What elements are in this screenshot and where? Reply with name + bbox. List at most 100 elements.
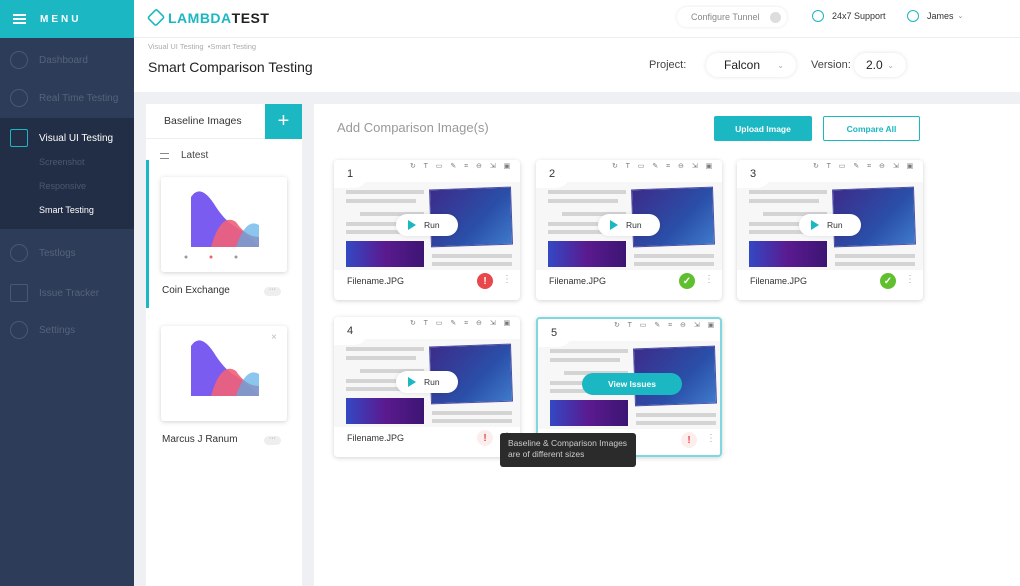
- sidebar-item-dashboard[interactable]: Dashboard: [0, 50, 134, 70]
- project-select[interactable]: Falcon ⌄: [706, 53, 796, 77]
- status-warning-icon: !: [477, 430, 493, 446]
- label: Configure Tunnel: [691, 12, 760, 22]
- card-number: 4: [334, 317, 368, 345]
- card-thumbnail: Run: [334, 182, 520, 270]
- label: Run: [827, 220, 843, 230]
- label: Visual UI Testing: [39, 132, 114, 144]
- eye-icon: [10, 129, 28, 147]
- status-error-icon: !: [477, 273, 493, 289]
- run-button[interactable]: Run: [396, 214, 458, 236]
- comparison-card[interactable]: 4 ↻ T ▭ ✎ ⌗ ⊖ ⇲ ▣ Run Filename.JPG ! ⋮: [334, 317, 520, 457]
- play-icon: [408, 377, 416, 387]
- annotation-toolbar[interactable]: ↻ T ▭ ✎ ⌗ ⊖ ⇲ ▣: [410, 319, 513, 328]
- image-placeholder: [346, 398, 424, 424]
- sidebar-sub-responsive[interactable]: Responsive: [39, 181, 86, 191]
- run-button[interactable]: Run: [396, 371, 458, 393]
- sidebar-item-settings[interactable]: Settings: [0, 320, 134, 340]
- label: Real Time Testing: [39, 92, 119, 104]
- card-thumbnail: Run: [737, 182, 923, 270]
- version-select[interactable]: 2.0 ⌄: [854, 53, 906, 77]
- more-options-button[interactable]: ···: [264, 286, 281, 296]
- logo[interactable]: LAMBDA TEST: [146, 8, 270, 27]
- selected-indicator: [146, 160, 149, 308]
- logo-text: TEST: [231, 9, 270, 26]
- card-number: 3: [737, 160, 771, 188]
- gear-icon: [10, 321, 28, 339]
- play-icon: [610, 220, 618, 230]
- annotation-toolbar[interactable]: ↻ T ▭ ✎ ⌗ ⊖ ⇲ ▣: [612, 162, 715, 171]
- kebab-menu-icon[interactable]: ⋮: [704, 274, 714, 285]
- sidebar-sub-screenshot[interactable]: Screenshot: [39, 157, 85, 167]
- breadcrumb: Visual UI Testing •Smart Testing: [148, 42, 257, 51]
- compare-all-button[interactable]: Compare All: [823, 116, 920, 141]
- more-options-button[interactable]: ···: [264, 435, 281, 445]
- label: Settings: [39, 324, 76, 336]
- comparison-card[interactable]: 3 ↻ T ▭ ✎ ⌗ ⊖ ⇲ ▣ Run Filename.JPG ✓ ⋮: [737, 160, 923, 300]
- kebab-menu-icon[interactable]: ⋮: [905, 274, 915, 285]
- breadcrumb-item[interactable]: Smart Testing: [210, 42, 256, 51]
- status-warning-icon: !: [681, 432, 697, 448]
- label: Run: [424, 377, 440, 387]
- card-thumbnail: Run: [536, 182, 722, 270]
- comparison-card[interactable]: 2 ↻ T ▭ ✎ ⌗ ⊖ ⇲ ▣ Run Filename.JPG ✓ ⋮: [536, 160, 722, 300]
- menu-toggle[interactable]: MENU: [0, 0, 134, 38]
- sidebar-sub-smart-testing[interactable]: Smart Testing: [39, 205, 94, 215]
- image-placeholder: [749, 241, 827, 267]
- baseline-thumbnail[interactable]: [161, 177, 287, 272]
- value: 2.0: [866, 58, 883, 72]
- filename: Filename.JPG: [347, 276, 405, 286]
- kebab-menu-icon[interactable]: ⋮: [502, 274, 512, 285]
- comparison-card[interactable]: 1 ↻ T ▭ ✎ ⌗ ⊖ ⇲ ▣ Run Filename.JPG ! ⋮: [334, 160, 520, 300]
- image-placeholder: [550, 400, 628, 426]
- page-title: Smart Comparison Testing: [148, 59, 313, 75]
- add-baseline-button[interactable]: +: [265, 104, 302, 139]
- card-number: 2: [536, 160, 570, 188]
- status-ok-icon: ✓: [880, 273, 896, 289]
- svg-text:×: ×: [271, 332, 277, 343]
- baseline-thumbnail[interactable]: ×: [161, 326, 287, 421]
- filename: Filename.JPG: [347, 433, 405, 443]
- version-label: Version:: [811, 59, 851, 71]
- run-button[interactable]: Run: [598, 214, 660, 236]
- chevron-down-icon: ⌄: [777, 60, 784, 70]
- comparison-title: Add Comparison Image(s): [337, 120, 489, 135]
- label: Run: [626, 220, 642, 230]
- support-link[interactable]: 24x7 Support: [812, 10, 886, 22]
- hamburger-icon: [13, 14, 26, 24]
- label: Latest: [181, 150, 209, 161]
- chevron-down-icon: ⌄: [957, 13, 964, 20]
- baseline-name: Marcus J Ranum: [162, 434, 238, 445]
- sidebar-item-real-time-testing[interactable]: Real Time Testing: [0, 88, 134, 108]
- run-button[interactable]: Run: [799, 214, 861, 236]
- image-placeholder: [548, 241, 626, 267]
- sidebar-item-testlogs[interactable]: Testlogs: [0, 243, 134, 263]
- annotation-toolbar[interactable]: ↻ T ▭ ✎ ⌗ ⊖ ⇲ ▣: [614, 321, 717, 330]
- value: Falcon: [724, 58, 761, 72]
- configure-tunnel-button[interactable]: Configure Tunnel: [677, 7, 787, 27]
- baseline-name: Coin Exchange: [162, 285, 230, 296]
- sidebar-item-issue-tracker[interactable]: Issue Tracker: [0, 283, 134, 303]
- card-thumbnail: View Issues: [538, 341, 720, 429]
- tooltip: Baseline & Comparison Images are of diff…: [500, 433, 636, 467]
- annotation-toolbar[interactable]: ↻ T ▭ ✎ ⌗ ⊖ ⇲ ▣: [813, 162, 916, 171]
- user-menu[interactable]: James ⌄: [907, 10, 963, 22]
- label: Dashboard: [39, 54, 88, 66]
- logo-text: LAMBDA: [168, 9, 232, 26]
- lambda-logo-icon: [146, 8, 166, 27]
- sidebar-item-visual-ui-testing[interactable]: Visual UI Testing: [0, 128, 134, 148]
- page-header: Visual UI Testing •Smart Testing Smart C…: [134, 38, 1020, 92]
- play-icon: [408, 220, 416, 230]
- top-bar: LAMBDA TEST Configure Tunnel 24x7 Support…: [134, 0, 1020, 38]
- sort-latest[interactable]: Latest: [160, 150, 208, 161]
- breadcrumb-item[interactable]: Visual UI Testing: [148, 42, 204, 51]
- sidebar: MENU Dashboard Real Time Testing Visual …: [0, 0, 134, 586]
- label: Testlogs: [39, 247, 76, 259]
- support-icon: [812, 10, 824, 22]
- chart-thumbnail-icon: ×: [191, 332, 277, 396]
- status-ok-icon: ✓: [679, 273, 695, 289]
- kebab-menu-icon[interactable]: ⋮: [706, 433, 716, 444]
- upload-image-button[interactable]: Upload Image: [714, 116, 812, 141]
- annotation-toolbar[interactable]: ↻ T ▭ ✎ ⌗ ⊖ ⇲ ▣: [410, 162, 513, 171]
- view-issues-button[interactable]: View Issues: [582, 373, 682, 395]
- filename: Filename.JPG: [750, 276, 808, 286]
